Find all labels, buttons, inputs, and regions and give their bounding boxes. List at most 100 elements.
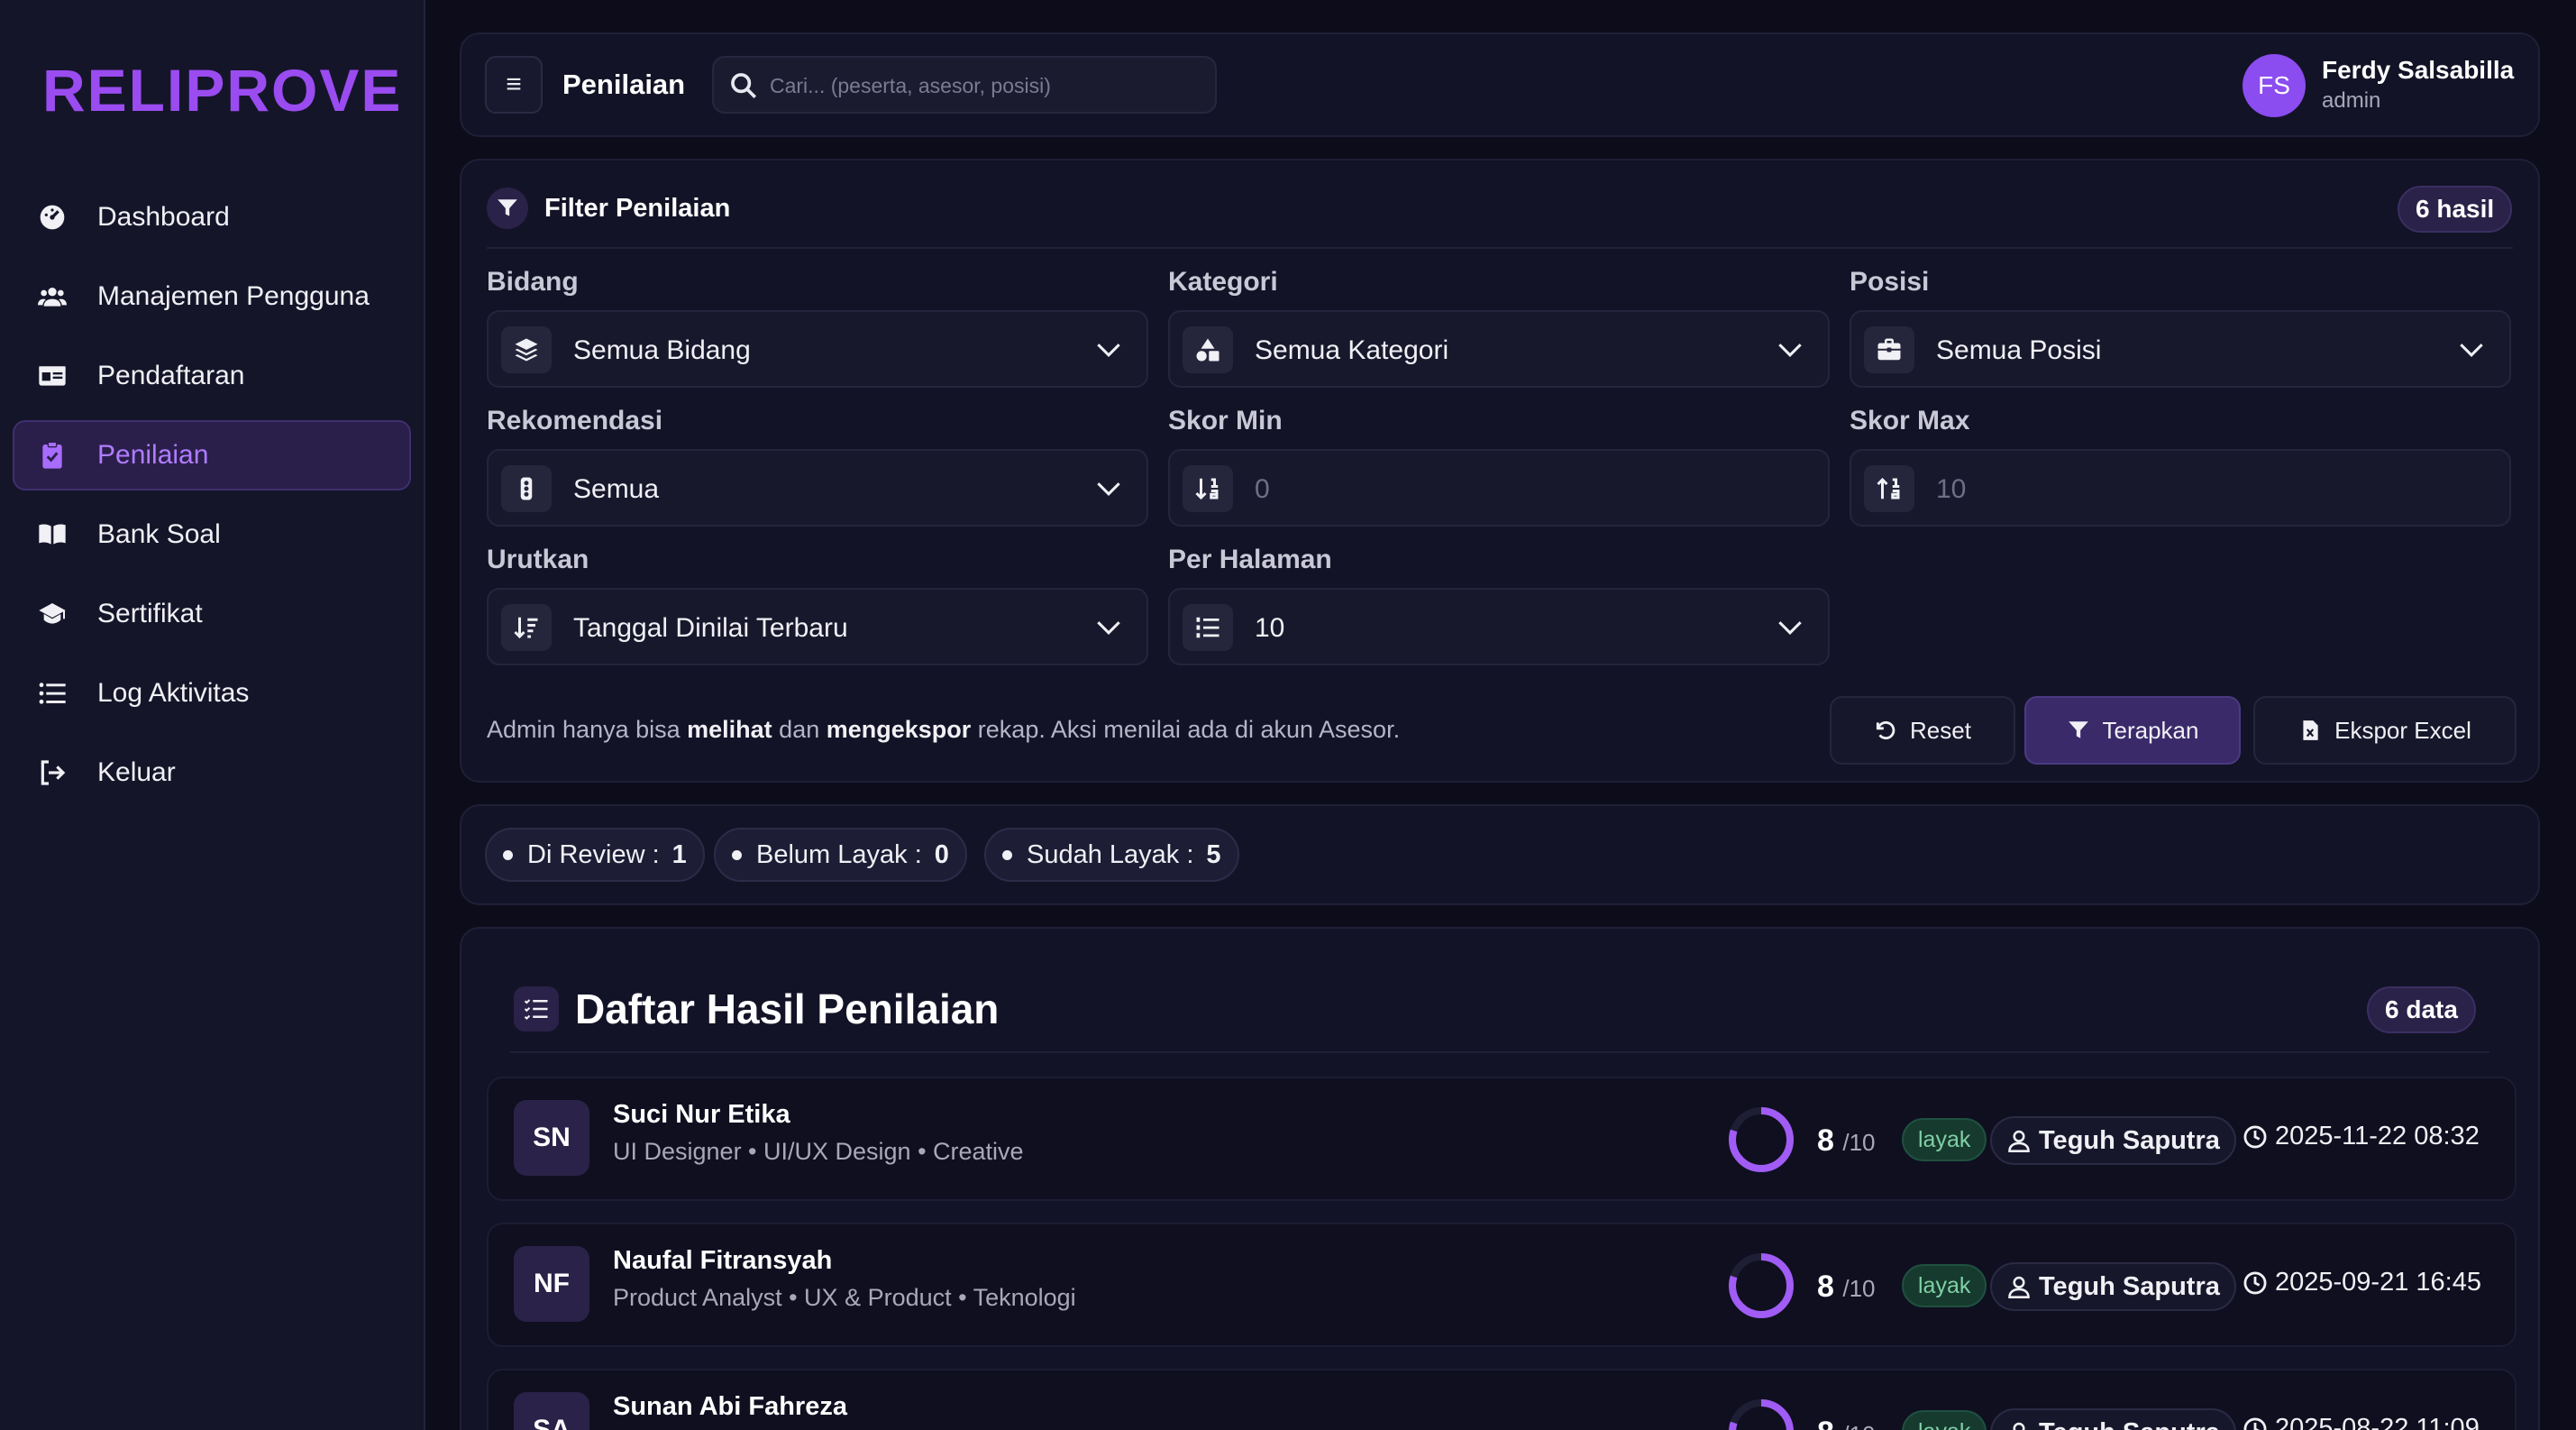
stat-count: 0 <box>934 839 949 869</box>
avatar: SN <box>514 1100 589 1176</box>
sidebar-item-pendaftaran[interactable]: Pendaftaran <box>13 341 411 411</box>
stat-belum-layak[interactable]: Belum Layak : 0 <box>714 828 967 882</box>
chevron-down-icon <box>1778 344 1802 357</box>
sidebar-item-penilaian[interactable]: Penilaian <box>13 420 411 490</box>
chevron-down-icon <box>1778 621 1802 635</box>
score-max: /10 <box>1842 1421 1875 1430</box>
sidebar-item-users[interactable]: Manajemen Pengguna <box>13 261 411 332</box>
skor-max-input[interactable]: 10 <box>1850 449 2511 527</box>
filter-icon <box>2068 721 2088 738</box>
list-check-icon <box>514 986 559 1031</box>
asesor-chip: Teguh Saputra <box>1990 1408 2236 1430</box>
sidebar-item-label: Log Aktivitas <box>97 678 250 708</box>
app-logo[interactable]: RELIPROVE <box>42 56 402 124</box>
layers-icon <box>501 326 552 373</box>
stat-count: 5 <box>1206 839 1221 869</box>
admin-note: Admin hanya bisa melihat dan mengekspor … <box>487 716 1400 744</box>
asesor-chip: Teguh Saputra <box>1990 1116 2236 1165</box>
filter-icon <box>487 188 528 229</box>
reset-button[interactable]: Reset <box>1830 696 2015 765</box>
score-max: /10 <box>1842 1129 1876 1156</box>
search-box <box>712 56 1217 114</box>
status-badge: layak <box>1902 1118 1987 1161</box>
sidebar-item-label: Manajemen Pengguna <box>97 281 370 311</box>
skor-min-label: Skor Min <box>1168 406 1283 435</box>
sidebar: RELIPROVE Dashboard Manajemen Pengguna P… <box>0 0 425 1430</box>
kategori-select[interactable]: Semua Kategori <box>1168 310 1830 388</box>
posisi-select[interactable]: Semua Posisi <box>1850 310 2511 388</box>
hamburger-icon: ≡ <box>506 69 522 99</box>
sidebar-item-bank-soal[interactable]: Bank Soal <box>13 500 411 570</box>
posisi-value: Semua Posisi <box>1936 335 2102 365</box>
export-excel-button[interactable]: Ekspor Excel <box>2253 696 2517 765</box>
avatar: SA <box>514 1392 589 1430</box>
timestamp-text: 2025-08-22 11:09 <box>2275 1414 2480 1430</box>
avatar[interactable]: FS <box>2243 54 2306 117</box>
sidebar-item-label: Sertifikat <box>97 599 203 628</box>
user-icon <box>2008 1130 2030 1152</box>
rekomendasi-select[interactable]: Semua <box>487 449 1148 527</box>
users-icon <box>34 279 70 315</box>
table-row[interactable]: NF Naufal Fitransyah Product Analyst • UX … <box>487 1223 2517 1347</box>
sort-up-icon <box>1864 465 1914 512</box>
chevron-down-icon <box>2460 344 2483 357</box>
clipboard-check-icon <box>34 437 70 473</box>
apply-button[interactable]: Terapkan <box>2024 696 2241 765</box>
divider <box>487 247 2513 249</box>
stat-label: Di Review : <box>527 839 660 869</box>
clock-icon <box>2243 1271 2267 1294</box>
dot-icon <box>1002 849 1012 860</box>
bidang-select[interactable]: Semua Bidang <box>487 310 1148 388</box>
numbered-list-icon <box>1183 604 1233 651</box>
search-input[interactable] <box>770 69 1202 103</box>
sidebar-item-label: Penilaian <box>97 440 209 470</box>
clock-icon <box>2243 1417 2267 1430</box>
score-number: 8 <box>1817 1416 1834 1430</box>
chevron-down-icon <box>1097 482 1120 496</box>
table-row[interactable]: SN Suci Nur Etika UI Designer • UI/UX Desi… <box>487 1077 2517 1201</box>
score-ring-icon <box>1729 1253 1794 1318</box>
reset-icon <box>1876 720 1895 740</box>
stat-count: 1 <box>671 839 687 869</box>
per-halaman-select[interactable]: 10 <box>1168 588 1830 665</box>
user-name: Ferdy Salsabilla <box>2322 56 2515 84</box>
rekomendasi-label: Rekomendasi <box>487 406 663 435</box>
apply-label: Terapkan <box>2102 716 2199 744</box>
score-value: 8 /10 <box>1817 1123 1876 1159</box>
bidang-value: Semua Bidang <box>573 335 751 365</box>
chevron-down-icon <box>1097 621 1120 635</box>
note-text: rekap. Aksi menilai ada di akun Asesor. <box>971 716 1401 743</box>
participant-name: Sunan Abi Fahreza <box>613 1392 847 1421</box>
top-bar: ≡ Penilaian FS Ferdy Salsabilla admin <box>460 32 2540 137</box>
sidebar-item-sertifikat[interactable]: Sertifikat <box>13 579 411 649</box>
skor-min-input[interactable]: 0 <box>1168 449 1830 527</box>
assessed-timestamp: 2025-11-22 08:32 <box>2243 1122 2480 1151</box>
participant-subtitle: Product Analyst • UX & Product • Teknolo… <box>613 1284 1076 1311</box>
stat-sudah-layak[interactable]: Sudah Layak : 5 <box>984 828 1239 882</box>
participant-name: Suci Nur Etika <box>613 1100 790 1129</box>
shapes-icon <box>1183 326 1233 373</box>
stat-di-review[interactable]: Di Review : 1 <box>485 828 705 882</box>
data-count-badge: 6 data <box>2367 986 2476 1033</box>
skor-max-label: Skor Max <box>1850 406 1970 435</box>
book-icon <box>34 517 70 553</box>
sidebar-item-keluar[interactable]: Keluar <box>13 738 411 808</box>
dashboard-icon <box>34 199 70 235</box>
note-text: dan <box>772 716 827 743</box>
timestamp-text: 2025-09-21 16:45 <box>2275 1268 2481 1297</box>
filter-header: Filter Penilaian <box>487 188 730 229</box>
score-ring-icon <box>1729 1107 1794 1172</box>
avatar: NF <box>514 1246 589 1322</box>
sidebar-item-log-aktivitas[interactable]: Log Aktivitas <box>13 658 411 729</box>
sidebar-item-dashboard[interactable]: Dashboard <box>13 182 411 252</box>
table-row[interactable]: SA Sunan Abi Fahreza 8 /10 layak Teguh Saput… <box>487 1369 2517 1430</box>
urutkan-select[interactable]: Tanggal Dinilai Terbaru <box>487 588 1148 665</box>
score-max: /10 <box>1842 1275 1876 1302</box>
logout-icon <box>34 755 70 791</box>
list-icon <box>34 675 70 711</box>
status-badge: layak <box>1902 1410 1987 1430</box>
sidebar-item-label: Pendaftaran <box>97 361 245 390</box>
menu-toggle-button[interactable]: ≡ <box>485 56 543 114</box>
per-halaman-label: Per Halaman <box>1168 545 1332 574</box>
user-role: admin <box>2322 88 2381 113</box>
